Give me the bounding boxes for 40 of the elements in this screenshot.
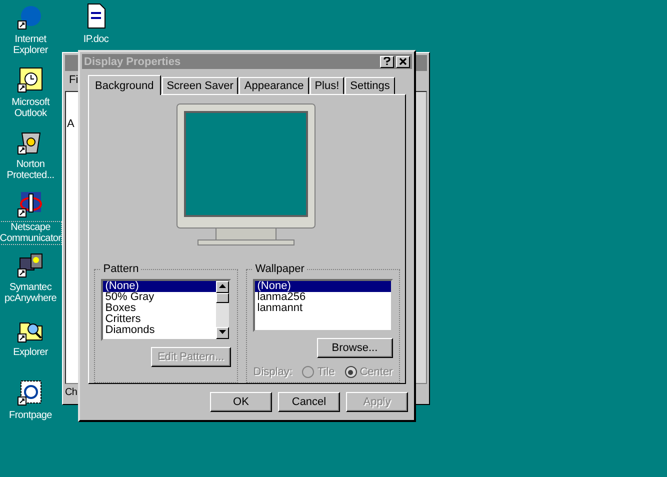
browse-button[interactable]: Browse... — [316, 338, 393, 358]
tab[interactable]: Appearance — [239, 77, 309, 94]
icon-label[interactable]: Norton Protected... — [0, 158, 61, 182]
up-arrow-icon[interactable] — [219, 284, 226, 288]
scrollbar[interactable] — [216, 281, 230, 339]
icon-label[interactable]: Internet Explorer — [0, 33, 61, 57]
list-item[interactable]: lanmannt — [255, 303, 391, 314]
program-icon[interactable] — [16, 65, 44, 93]
close-button[interactable] — [396, 56, 410, 68]
dialog-button[interactable]: Cancel — [278, 392, 340, 412]
list-item[interactable]: Critters — [103, 314, 216, 325]
icon-label[interactable]: Symantec pcAnywhere — [0, 281, 61, 305]
dialog-button[interactable]: OK — [210, 392, 272, 412]
document-text: A — [67, 118, 74, 131]
group-label: Wallpaper — [254, 263, 306, 275]
list-item[interactable]: Boxes — [103, 303, 216, 314]
list-item[interactable]: lanma256 — [255, 292, 391, 303]
tab[interactable]: Screen Saver — [162, 77, 238, 94]
status-text: Ch — [65, 386, 78, 400]
icon-label[interactable]: Explorer — [12, 346, 49, 359]
icon-label[interactable]: IP.doc — [82, 33, 110, 46]
display-label: Display: — [253, 366, 292, 378]
window-title: Display Properties — [84, 56, 182, 68]
tab[interactable]: Plus! — [310, 77, 344, 94]
down-arrow-icon[interactable] — [219, 330, 226, 334]
scroll-thumb[interactable] — [216, 293, 230, 303]
list-item[interactable]: Diamonds — [103, 325, 216, 336]
list-item[interactable]: (None) — [255, 281, 391, 292]
close-icon — [399, 58, 407, 64]
question-mark-icon — [383, 56, 391, 64]
tab[interactable]: Settings — [345, 77, 395, 94]
icon-label[interactable]: Frontpage — [8, 409, 53, 422]
list-item[interactable]: 50% Gray — [103, 292, 216, 303]
icon-label[interactable]: Microsoft Outlook — [0, 96, 61, 120]
help-button[interactable] — [380, 56, 394, 68]
group-label: Pattern — [102, 263, 140, 275]
tab[interactable]: Background — [88, 75, 161, 95]
program-icon[interactable] — [16, 190, 44, 218]
program-icon[interactable] — [16, 378, 44, 406]
list-item[interactable]: (None) — [103, 281, 216, 292]
